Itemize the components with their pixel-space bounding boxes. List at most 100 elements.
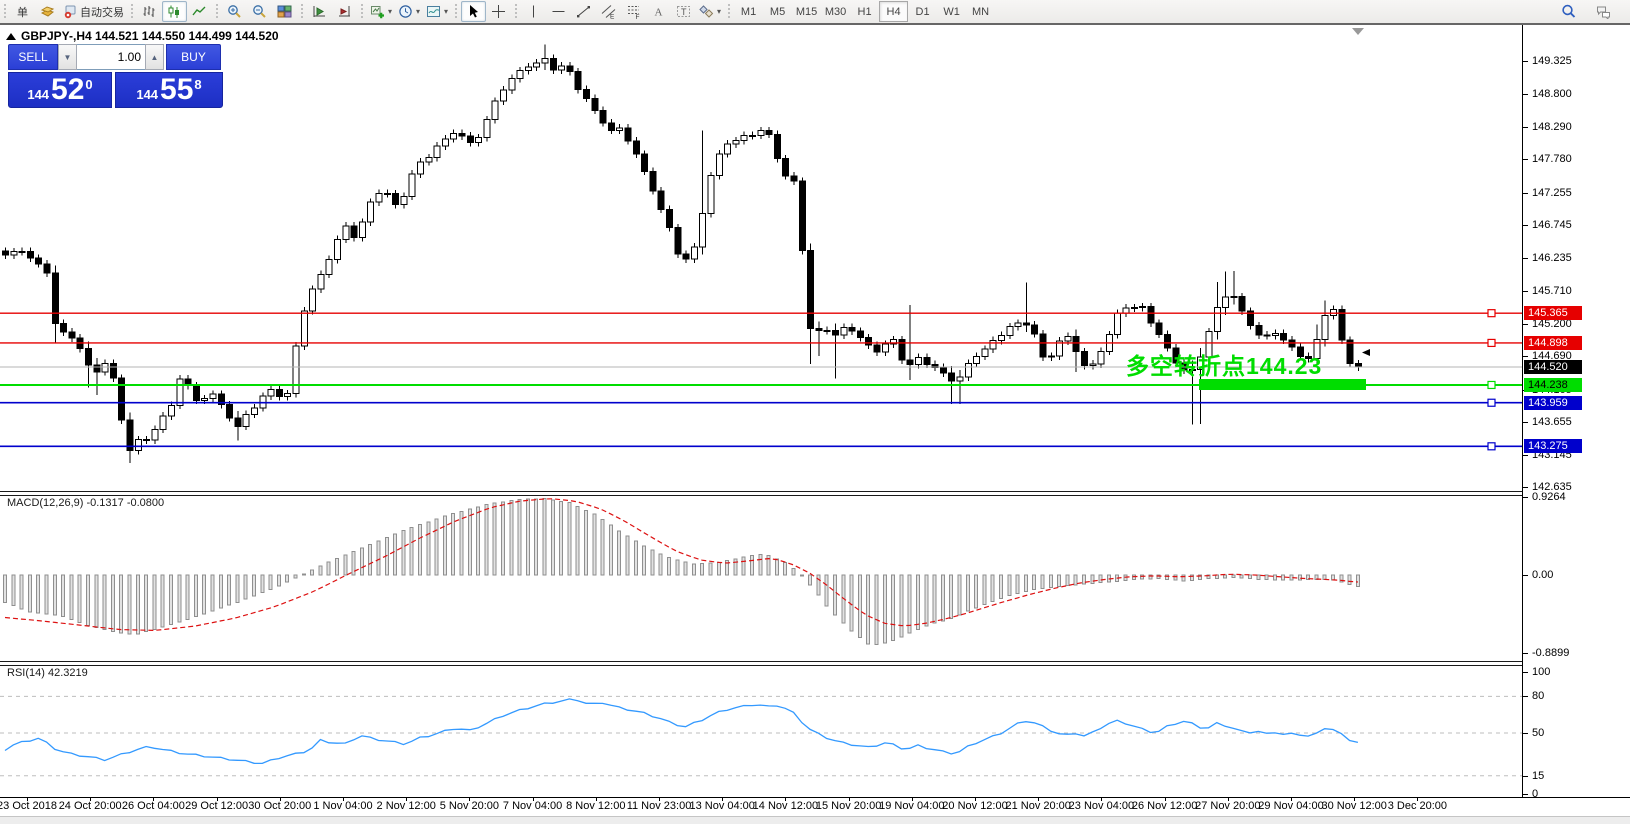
bars-icon (142, 4, 157, 19)
zoom-out-button[interactable] (247, 1, 272, 22)
macd-signal-line (5, 499, 1358, 631)
cursor-button[interactable] (461, 1, 486, 22)
auto-scroll-button[interactable] (307, 1, 332, 22)
date-label: 23 Oct 2018 (0, 800, 57, 812)
timeframe-m5[interactable]: M5 (763, 1, 792, 22)
sell-price-main: 52 (51, 75, 84, 105)
tile-windows-button[interactable] (272, 1, 297, 22)
price-axis[interactable]: 149.325148.800148.290147.780147.255146.7… (1523, 25, 1630, 797)
timeframe-w1[interactable]: W1 (937, 1, 966, 22)
timeframe-h4[interactable]: H4 (879, 1, 908, 22)
chart-shift-button[interactable] (332, 1, 357, 22)
arrows-button[interactable]: ▾ (696, 1, 724, 22)
date-tick (849, 797, 850, 801)
date-tick (343, 797, 344, 801)
autotrading-button-label: 自动交易 (80, 4, 124, 20)
date-tick (533, 797, 534, 801)
volume-input[interactable] (77, 44, 145, 70)
crosshair-icon (491, 4, 506, 19)
window-bottom-strip (0, 816, 1630, 824)
date-label: 19 Nov 04:00 (879, 800, 944, 812)
candlestick-button[interactable] (162, 1, 187, 22)
clock-icon (398, 4, 413, 19)
add-indicator-button[interactable]: ▾ (367, 1, 395, 22)
axis-tick-mark (1523, 356, 1528, 357)
vertical-line-button[interactable] (521, 1, 546, 22)
timeframe-d1[interactable]: D1 (908, 1, 937, 22)
chart-title-text: GBPJPY-,H4 144.521 144.550 144.499 144.5… (21, 29, 279, 43)
chevron-down-icon[interactable]: ▾ (444, 7, 448, 16)
chat-icon (1596, 4, 1611, 19)
axis-tick-mark (1523, 422, 1528, 423)
candles-icon (167, 4, 182, 19)
line-chart-button[interactable] (187, 1, 212, 22)
buy-button[interactable]: BUY (166, 44, 221, 70)
axis-tick-mark (1523, 733, 1528, 734)
new-order-button[interactable]: 单 (10, 1, 35, 22)
date-tick (785, 797, 786, 801)
gold-chart-button[interactable] (35, 1, 60, 22)
date-label: 27 Nov 20:00 (1195, 800, 1260, 812)
crosshair-button[interactable] (486, 1, 511, 22)
axis-tick-mark (1523, 225, 1528, 226)
one-click-trading-panel: SELL ▼ ▲ BUY 144 52 0 144 55 8 (8, 44, 223, 108)
chevron-down-icon[interactable]: ▾ (717, 7, 721, 16)
macd-pane[interactable] (0, 496, 1522, 661)
autotrading-button[interactable]: 自动交易 (60, 1, 127, 22)
rsi-pane[interactable] (0, 666, 1522, 797)
channel-button[interactable]: E (596, 1, 621, 22)
macd-axis-label: 0.00 (1532, 569, 1553, 581)
date-tick (27, 797, 28, 801)
text-label-button[interactable]: T (671, 1, 696, 22)
volume-decrease-button[interactable]: ▼ (58, 44, 77, 70)
hline-icon (551, 4, 566, 19)
macd-indicator-label: MACD(12,26,9) -0.1317 -0.0800 (7, 497, 164, 509)
date-label: 24 Oct 20:00 (59, 800, 122, 812)
zoom-in-button[interactable] (222, 1, 247, 22)
pivot-annotation-text[interactable]: 多空转折点144.23 (1126, 347, 1322, 381)
timeframe-h1[interactable]: H1 (850, 1, 879, 22)
chat-button[interactable] (1591, 1, 1616, 22)
sell-button[interactable]: SELL (8, 44, 58, 70)
toolbar-separator (214, 4, 219, 20)
date-tick (1354, 797, 1355, 801)
timeframe-m30[interactable]: M30 (821, 1, 850, 22)
timeframe-m1[interactable]: M1 (734, 1, 763, 22)
date-label: 13 Nov 04:00 (689, 800, 754, 812)
trendline-button[interactable] (571, 1, 596, 22)
chevron-down-icon[interactable]: ▾ (388, 7, 392, 16)
chevron-down-icon[interactable]: ▾ (416, 7, 420, 16)
axis-tick-mark (1523, 127, 1528, 128)
buy-price-panel[interactable]: 144 55 8 (115, 72, 223, 108)
main-price-chart[interactable] (0, 25, 1522, 491)
level-line-143.275 (0, 443, 1522, 450)
toolbar-separator (513, 4, 518, 20)
date-tick (153, 797, 154, 801)
macd-axis-label: 0.9264 (1532, 491, 1566, 503)
date-label: 30 Nov 12:00 (1321, 800, 1386, 812)
price-tag-143.275: 143.275 (1524, 439, 1582, 453)
templates-button[interactable]: ▾ (423, 1, 451, 22)
fibonacci-button[interactable]: F (621, 1, 646, 22)
gold-icon (40, 4, 55, 19)
date-label: 1 Nov 04:00 (313, 800, 372, 812)
timeframe-m15[interactable]: M15 (792, 1, 821, 22)
toolbar-separator (129, 4, 134, 20)
rsi-line (5, 699, 1358, 764)
bar-chart-button[interactable] (137, 1, 162, 22)
price-axis-label: 143.655 (1532, 416, 1572, 428)
sell-price-panel[interactable]: 144 52 0 (8, 72, 112, 108)
volume-increase-button[interactable]: ▲ (145, 44, 164, 70)
date-label: 15 Nov 20:00 (816, 800, 881, 812)
text-button[interactable]: A (646, 1, 671, 22)
periods-button[interactable]: ▾ (395, 1, 423, 22)
toolbar-search-button[interactable] (1556, 1, 1581, 22)
template-icon (426, 4, 441, 19)
price-axis-label: 148.290 (1532, 121, 1572, 133)
date-label: 29 Oct 12:00 (185, 800, 248, 812)
time-axis[interactable]: 23 Oct 201824 Oct 20:0026 Oct 04:0029 Oc… (0, 798, 1630, 816)
timeframe-mn[interactable]: MN (966, 1, 995, 22)
horizontal-line-button[interactable] (546, 1, 571, 22)
axis-tick-mark (1523, 61, 1528, 62)
last-price-arrow-icon (1362, 349, 1370, 356)
